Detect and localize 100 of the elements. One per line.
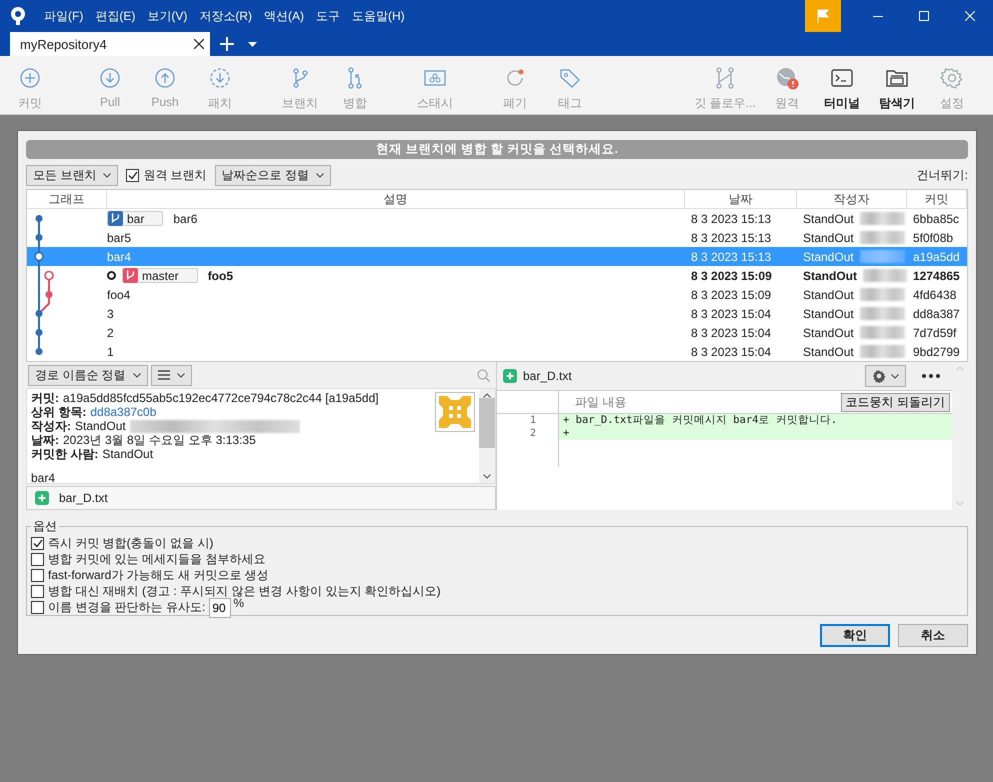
commit-hash: 4fd6438: [912, 288, 958, 302]
checkbox-label: 이름 변경을 판단하는 유사도:: [48, 598, 206, 616]
cancel-button[interactable]: 취소: [898, 624, 968, 647]
date-cell-text: 8 3 2023 15:13: [690, 230, 772, 244]
sort-dropdown[interactable]: 날짜순으로 정렬: [214, 165, 332, 186]
commit-row[interactable]: 2 8 3 2023 15:04 StandOut 7d7d59f: [27, 323, 967, 342]
field-label: 커밋:: [31, 391, 59, 405]
commit-message: bar5: [107, 230, 132, 244]
caret-icon: [132, 372, 141, 378]
commit-hash: 7d7d59f: [912, 326, 958, 340]
caret-icon: [103, 173, 112, 178]
field-value: a19a5dd85fcd55ab5c192ec4772ce794c78c2c44 [a19a5dd]: [63, 391, 379, 405]
file-sort-dropdown[interactable]: 경로 이름순 정렬: [28, 364, 148, 386]
commit-row[interactable]: bar bar6 8 3 2023 15:13 StandOut 6bba85c: [27, 209, 967, 228]
field-value: StandOut: [75, 419, 126, 433]
field-value: 2023년 3월 8일 수요일 오후 3:13:35: [63, 433, 256, 447]
menu-item[interactable]: 편집(E): [89, 8, 142, 24]
redacted-email: [860, 231, 905, 244]
diff-file-name: bar_D.txt: [523, 369, 573, 383]
scrollbar[interactable]: [479, 389, 495, 483]
commit-message: 1: [107, 344, 114, 358]
author-name: StandOut: [803, 250, 854, 264]
redacted-email: [860, 212, 905, 225]
author-name: StandOut: [803, 326, 854, 340]
commit-hash: 6bba85c: [912, 212, 960, 226]
checkbox-label: 원격 브랜치: [143, 167, 207, 184]
list-icon: [158, 370, 170, 380]
date-cell-text: 8 3 2023 15:04: [690, 344, 772, 358]
author-name: StandOut: [803, 230, 854, 244]
date-cell-text: 8 3 2023 15:04: [690, 306, 772, 320]
checkbox[interactable]: [31, 552, 44, 566]
commit-message: 2: [107, 326, 114, 340]
redacted-email: [860, 307, 905, 320]
commit-message: foo5: [208, 268, 234, 282]
file-list-item[interactable]: bar_D.txt: [26, 486, 496, 510]
date-cell-text: 8 3 2023 15:04: [690, 326, 772, 340]
more-icon[interactable]: [922, 374, 940, 378]
redacted-email: [860, 326, 905, 339]
column-header[interactable]: 날짜: [685, 190, 797, 209]
flag-icon: [817, 9, 829, 23]
close-icon[interactable]: [194, 39, 204, 49]
commit-hash: a19a5dd: [912, 250, 961, 264]
jump-label: 건너뛰기:: [916, 167, 968, 184]
field-label: 작성자:: [31, 419, 71, 433]
upload-icon: [153, 66, 177, 90]
add-tab-icon[interactable]: [220, 37, 234, 51]
commit-row[interactable]: master foo5 8 3 2023 15:09 StandOut 1274865: [27, 266, 967, 285]
caret-icon[interactable]: [248, 42, 257, 46]
redacted-email: [860, 345, 905, 358]
commit-message: foo4: [107, 288, 130, 302]
view-mode-dropdown[interactable]: [150, 364, 192, 386]
checkbox-label: 병합 커밋에 있는 메세지들을 첨부하세요: [48, 550, 266, 568]
settings-icon: [872, 369, 886, 383]
column-header[interactable]: 그래프: [27, 190, 107, 209]
diff-header: 파일 내용: [575, 394, 626, 410]
checkbox-label: 즉시 커밋 병합(충돌이 없을 시): [48, 534, 214, 552]
revert-hunk-button[interactable]: 코드뭉치 되돌리기: [840, 392, 950, 412]
commit-row[interactable]: 3 8 3 2023 15:04 StandOut dd8a387: [27, 304, 967, 323]
menu-item[interactable]: 저장소(R): [193, 8, 258, 24]
repository-tab[interactable]: myRepository4: [10, 32, 210, 56]
date-cell-text: 8 3 2023 15:09: [690, 268, 773, 282]
parent-commit-link[interactable]: dd8a387c0b: [90, 405, 156, 419]
commit-row[interactable]: 1 8 3 2023 15:04 StandOut 9bd2799: [27, 342, 967, 361]
settings-dropdown[interactable]: [865, 365, 906, 387]
author-name: StandOut: [803, 288, 854, 302]
redacted-email: [860, 250, 905, 263]
toolbar-button[interactable]: 터미널: [814, 56, 870, 114]
column-header[interactable]: 커밋: [907, 190, 967, 209]
checkbox[interactable]: [31, 600, 44, 614]
close-icon: [965, 11, 975, 21]
commit-hash: 1274865: [912, 268, 961, 282]
menu-item[interactable]: 도움말(H): [346, 8, 411, 24]
maximize-icon: [919, 11, 929, 21]
checkbox[interactable]: [31, 568, 44, 582]
menu-item[interactable]: 액션(A): [258, 8, 310, 24]
commit-row[interactable]: bar5 8 3 2023 15:13 StandOut 5f0f08b: [27, 228, 967, 247]
scroll-up-icon[interactable]: [483, 393, 491, 398]
commit-hash: 5f0f08b: [912, 230, 954, 244]
column-header[interactable]: 설명: [107, 190, 685, 209]
branch-label[interactable]: master: [122, 268, 198, 283]
toolbar-button[interactable]: 탐색기: [869, 56, 925, 114]
commit-row[interactable]: foo4 8 3 2023 15:09 StandOut 4fd6438: [27, 285, 967, 304]
scroll-down-icon[interactable]: [483, 474, 491, 479]
author-name: StandOut: [803, 212, 854, 226]
caret-icon: [176, 372, 185, 378]
checkbox[interactable]: [31, 536, 44, 550]
menu-item[interactable]: 도구: [310, 8, 346, 24]
commit-hash: 9bd2799: [912, 344, 961, 358]
author-name: StandOut: [803, 344, 854, 358]
branch-filter-dropdown[interactable]: 모든 브랜치: [26, 165, 118, 186]
plus-circle-icon: [18, 66, 42, 90]
menu-item[interactable]: 보기(V): [141, 8, 194, 24]
ok-button[interactable]: 확인: [820, 624, 890, 647]
checkbox-label: fast-forward가 가능해도 새 커밋으로 생성: [48, 566, 269, 584]
similarity-field[interactable]: 90: [209, 598, 232, 618]
checkbox[interactable]: [126, 169, 140, 182]
menu-item[interactable]: 파일(F): [38, 8, 90, 24]
branch-label[interactable]: bar: [107, 211, 164, 226]
column-header[interactable]: 작성자: [797, 190, 907, 209]
checkbox[interactable]: [31, 584, 44, 598]
